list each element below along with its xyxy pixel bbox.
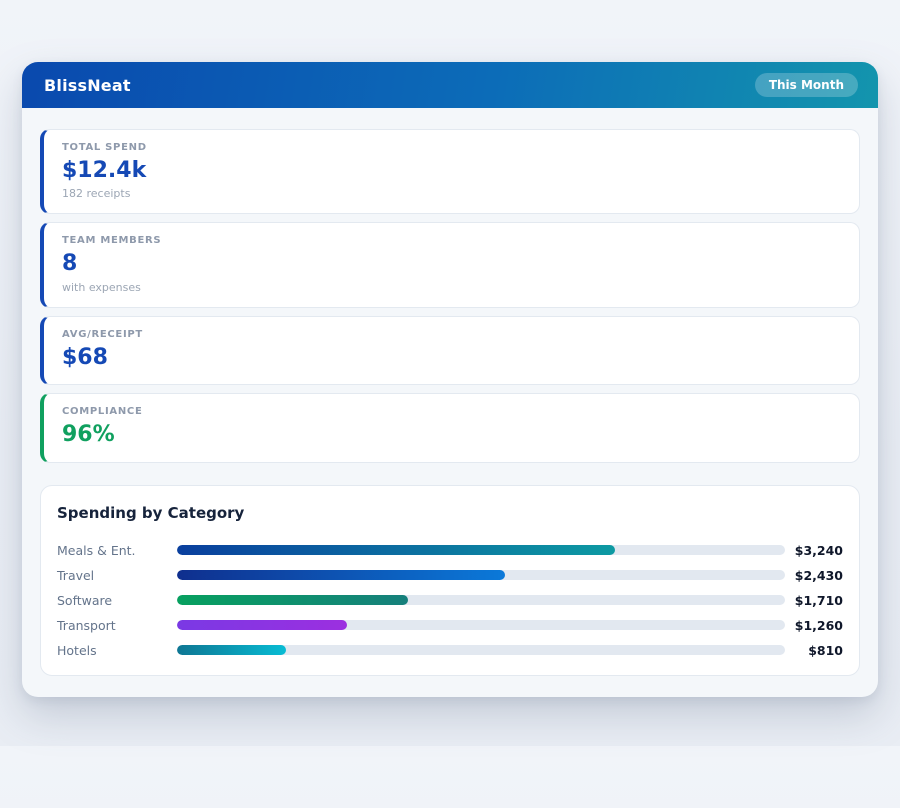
bar-track [177, 570, 785, 580]
category-label: Travel [57, 568, 177, 583]
stat-label: TEAM MEMBERS [62, 235, 841, 246]
chart-row: Software $1,710 [57, 588, 843, 613]
stat-label: COMPLIANCE [62, 406, 841, 417]
app-body: TOTAL SPEND $12.4k 182 receipts TEAM MEMBER… [22, 108, 878, 697]
bar-value: $1,260 [785, 618, 843, 633]
bar-fill [177, 620, 347, 630]
bar-fill [177, 545, 615, 555]
stat-subtext: with expenses [62, 281, 841, 294]
stat-value: 96% [62, 422, 841, 448]
bar-fill [177, 570, 505, 580]
chart-row: Hotels $810 [57, 638, 843, 663]
bar-fill [177, 645, 286, 655]
category-label: Software [57, 593, 177, 608]
stat-value: $68 [62, 345, 841, 371]
category-label: Transport [57, 618, 177, 633]
stat-label: TOTAL SPEND [62, 142, 841, 153]
bar-track [177, 645, 785, 655]
bar-value: $1,710 [785, 593, 843, 608]
bar-value: $2,430 [785, 568, 843, 583]
stat-card: AVG/RECEIPT $68 [40, 316, 860, 385]
app-header: BlissNeat This Month [22, 62, 878, 108]
stat-card: TEAM MEMBERS 8 with expenses [40, 222, 860, 307]
category-label: Meals & Ent. [57, 543, 177, 558]
chart-row: Travel $2,430 [57, 563, 843, 588]
chart-row: Transport $1,260 [57, 613, 843, 638]
app-title: BlissNeat [44, 76, 131, 95]
dashboard-container: BlissNeat This Month TOTAL SPEND $12.4k 18… [22, 62, 878, 697]
stat-value: $12.4k [62, 158, 841, 184]
chart-rows: Meals & Ent. $3,240 Travel $2,430 Software $1… [57, 538, 843, 663]
bar-track [177, 595, 785, 605]
chart-title: Spending by Category [57, 504, 843, 522]
period-badge[interactable]: This Month [755, 73, 858, 97]
bar-value: $810 [785, 643, 843, 658]
bar-track [177, 620, 785, 630]
stats-list: TOTAL SPEND $12.4k 182 receipts TEAM MEMBER… [40, 129, 860, 463]
chart-card: Spending by Category Meals & Ent. $3,240 T… [40, 485, 860, 676]
stat-label: AVG/RECEIPT [62, 329, 841, 340]
stat-card: COMPLIANCE 96% [40, 393, 860, 462]
category-label: Hotels [57, 643, 177, 658]
stat-value: 8 [62, 251, 841, 277]
bar-value: $3,240 [785, 543, 843, 558]
stat-card: TOTAL SPEND $12.4k 182 receipts [40, 129, 860, 214]
stat-subtext: 182 receipts [62, 187, 841, 200]
chart-row: Meals & Ent. $3,240 [57, 538, 843, 563]
bar-fill [177, 595, 408, 605]
bar-track [177, 545, 785, 555]
